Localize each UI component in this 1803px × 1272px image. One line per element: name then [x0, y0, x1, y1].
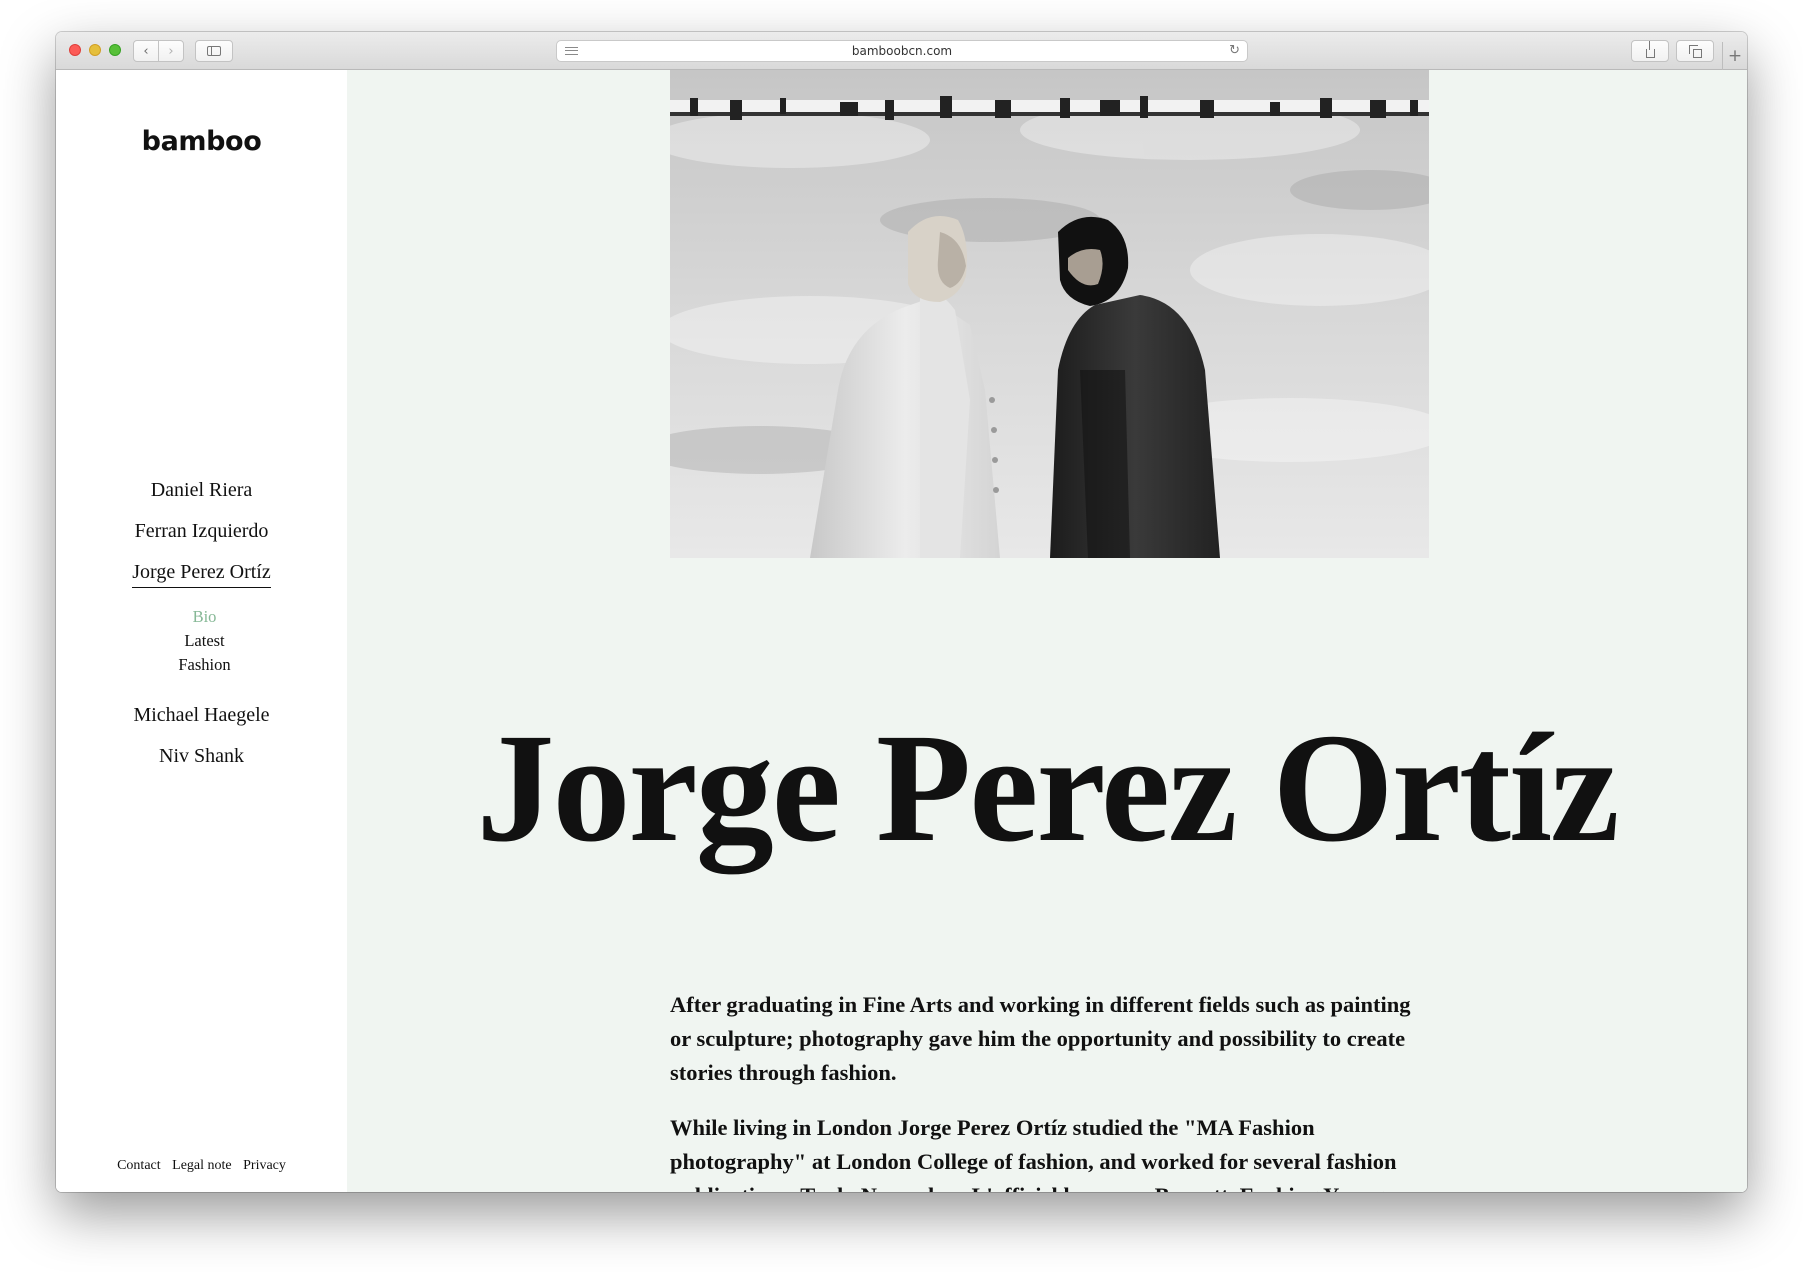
- tabs-icon: [1688, 44, 1702, 58]
- show-sidebar-button[interactable]: [195, 40, 233, 62]
- zoom-window-button[interactable]: [109, 44, 121, 56]
- forward-button[interactable]: ›: [158, 40, 184, 62]
- new-tab-button[interactable]: +: [1722, 42, 1747, 70]
- nav-item-jorge-perez-ortiz[interactable]: Jorge Perez Ortíz: [56, 558, 347, 599]
- plus-icon: +: [1727, 46, 1743, 66]
- footer-link-privacy[interactable]: Privacy: [243, 1158, 286, 1173]
- bio-paragraph: While living in London Jorge Perez Ortíz…: [670, 1115, 1397, 1192]
- browser-toolbar: ‹ › bamboobcn.com ↻ +: [56, 32, 1747, 70]
- main-content: Jorge Perez Ortíz After graduating in Fi…: [347, 70, 1747, 1192]
- page-viewport: bamboo Daniel Riera Ferran Izquierdo Jor…: [56, 70, 1747, 1192]
- hero-photo: [670, 70, 1429, 558]
- subnav-item-bio[interactable]: Bio: [56, 605, 347, 629]
- subnav-item-fashion[interactable]: Fashion: [56, 653, 347, 677]
- share-icon: [1645, 40, 1655, 58]
- reload-icon[interactable]: ↻: [1229, 43, 1240, 58]
- sidebar-icon: [207, 46, 221, 56]
- footer-link-legal-note[interactable]: Legal note: [172, 1158, 231, 1173]
- reader-view-icon[interactable]: [565, 47, 578, 55]
- address-bar[interactable]: bamboobcn.com ↻: [556, 40, 1248, 62]
- nav-item-niv-shank[interactable]: Niv Shank: [56, 742, 347, 783]
- subnav-item-latest[interactable]: Latest: [56, 629, 347, 653]
- footer-link-contact[interactable]: Contact: [117, 1158, 161, 1173]
- site-sidebar: bamboo Daniel Riera Ferran Izquierdo Jor…: [56, 70, 347, 1192]
- minimize-window-button[interactable]: [89, 44, 101, 56]
- photographer-nav: Daniel Riera Ferran Izquierdo Jorge Pere…: [56, 476, 347, 783]
- chevron-left-icon: ‹: [143, 43, 149, 59]
- nav-item-ferran-izquierdo[interactable]: Ferran Izquierdo: [56, 517, 347, 558]
- page-title: Jorge Perez Ortíz: [476, 701, 1619, 874]
- nav-item-label: Jorge Perez Ortíz: [132, 561, 271, 588]
- show-tabs-button[interactable]: [1676, 40, 1714, 62]
- subnav: Bio Latest Fashion: [56, 605, 347, 677]
- close-window-button[interactable]: [69, 44, 81, 56]
- bio-paragraph: After graduating in Fine Arts and workin…: [670, 992, 1411, 1085]
- share-button[interactable]: [1631, 40, 1669, 62]
- url-text: bamboobcn.com: [851, 44, 953, 58]
- chevron-right-icon: ›: [168, 43, 174, 59]
- footer-links: Contact Legal note Privacy: [56, 1158, 347, 1174]
- nav-item-daniel-riera[interactable]: Daniel Riera: [56, 476, 347, 517]
- browser-window: ‹ › bamboobcn.com ↻ + bamboo Daniel Rier…: [56, 32, 1747, 1192]
- nav-item-michael-haegele[interactable]: Michael Haegele: [56, 701, 347, 742]
- bio-text: After graduating in Fine Arts and workin…: [670, 988, 1430, 1192]
- back-button[interactable]: ‹: [133, 40, 159, 62]
- site-logo[interactable]: bamboo: [56, 126, 347, 157]
- photo-illustration: [670, 70, 1429, 558]
